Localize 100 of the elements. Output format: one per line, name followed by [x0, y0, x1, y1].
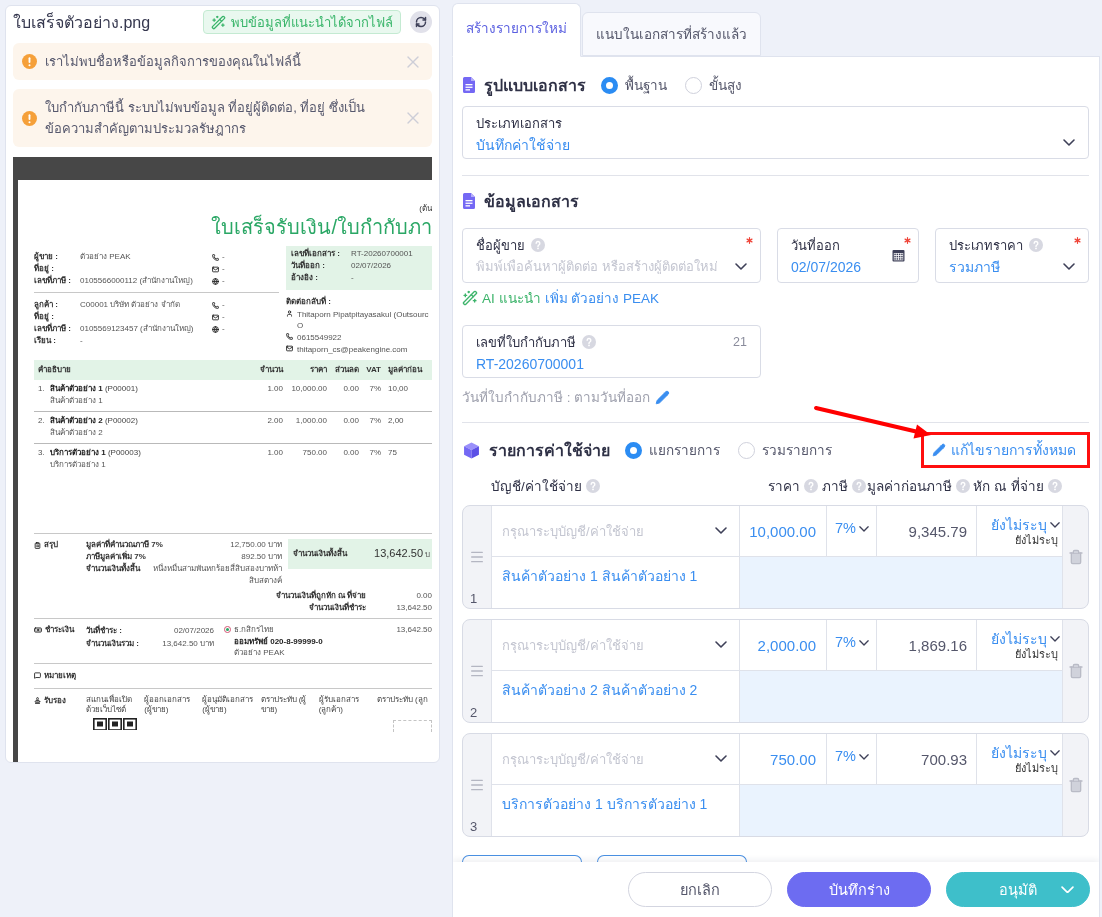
field-label: เลขที่ใบกำกับภาษี — [476, 333, 576, 352]
pre-tax-amount: 9,345.79 — [876, 506, 976, 557]
description-input[interactable]: สินค้าตัวอย่าง 1 สินค้าตัวอย่าง 1 — [491, 557, 739, 608]
tax-select[interactable]: 7% — [826, 506, 876, 557]
phone-icon — [212, 253, 219, 261]
column-header: มูลค่าก่อน — [387, 364, 424, 376]
save-draft-button[interactable]: บันทึกร่าง — [787, 872, 931, 907]
summary-label: มูลค่าที่คำนวณภาษี 7% — [86, 539, 163, 550]
pre-tax-amount: 1,869.16 — [876, 620, 976, 671]
document-type-select[interactable]: ประเภทเอกสาร บันทึกค่าใช้จ่าย — [462, 106, 1089, 159]
price-input[interactable]: 10,000.00 — [739, 506, 826, 557]
total-label: จำนวนเงินทั้งสิ้น — [293, 548, 347, 560]
account-input[interactable]: กรุณาระบุบัญชี/ค่าใช้จ่าย — [502, 751, 709, 767]
approve-button[interactable]: อนุมัติ — [946, 872, 1090, 907]
edit-all-link[interactable]: แก้ไขรายการทั้งหมด — [932, 439, 1076, 461]
pencil-icon — [932, 443, 946, 457]
column-header: ภาษี — [822, 478, 848, 496]
withholding-select[interactable]: ยังไม่ระบุ — [991, 515, 1060, 534]
copy-label: (ต้น — [418, 204, 432, 214]
account-input[interactable]: กรุณาระบุบัญชี/ค่าใช้จ่าย — [502, 637, 709, 653]
refresh-icon — [415, 16, 427, 28]
bank-account: ออมทรัพย์ 020-8-99999-0 — [234, 635, 324, 647]
contact-text: 0615549922 — [297, 331, 343, 343]
info-label: เรียน : — [34, 335, 57, 347]
mail-icon — [286, 345, 293, 352]
row-number: 3. — [38, 447, 46, 459]
partial-button[interactable] — [462, 855, 582, 862]
alert-icon — [22, 54, 37, 69]
magic-wand-icon — [211, 14, 226, 30]
person-icon — [286, 310, 293, 317]
row-number: 2 — [470, 705, 478, 720]
withholding-select[interactable]: ยังไม่ระบุ — [991, 629, 1060, 648]
globe-icon — [212, 325, 219, 333]
drag-handle-icon[interactable] — [469, 663, 485, 679]
price-input[interactable]: 750.00 — [739, 734, 826, 785]
tax-invoice-date-text: วันที่ใบกำกับภาษี : ตามวันที่ออก — [462, 387, 651, 407]
pencil-icon[interactable] — [655, 389, 671, 405]
bank-name: ธ.กสิกรไทย — [234, 624, 276, 636]
info-label: เลขที่ภาษี : — [34, 323, 80, 335]
info-label: เลขที่ภาษี : — [34, 275, 80, 287]
field-value: บันทึกค่าใช้จ่าย — [476, 135, 570, 155]
section-label: สรุป — [34, 539, 86, 551]
account-input[interactable]: กรุณาระบุบัญชี/ค่าใช้จ่าย — [502, 523, 709, 539]
globe-icon — [212, 277, 219, 285]
refresh-button[interactable] — [410, 11, 432, 33]
row-number: 1 — [470, 591, 478, 606]
description-input[interactable]: บริการตัวอย่าง 1 บริการตัวอย่าง 1 — [491, 785, 739, 836]
contact-text: O — [297, 319, 305, 331]
table-cell-text: 10,000.00 — [290, 383, 328, 395]
radio-option[interactable]: ขั้นสูง — [685, 74, 742, 96]
field-label: ชื่อผู้ขาย — [476, 236, 525, 256]
stamp-icon — [34, 697, 41, 704]
settlement-value: 0.00 — [415, 590, 432, 602]
table-cell-text: 0.00 — [342, 447, 360, 459]
tax-select[interactable]: 7% — [826, 620, 876, 671]
table-cell-text: 750.00 — [301, 447, 328, 459]
payment-value: 13,642.50 บาท — [162, 637, 214, 650]
tab[interactable]: สร้างรายการใหม่ — [452, 3, 581, 57]
column-header: ราคา — [768, 478, 800, 496]
withholding-select[interactable]: ยังไม่ระบุ — [991, 743, 1060, 762]
date-field[interactable]: วันที่ออก 02/07/2026 — [777, 228, 919, 283]
delete-icon[interactable] — [1067, 549, 1084, 565]
contact-value: - — [222, 299, 225, 311]
column-header: VAT — [365, 364, 382, 376]
radio-option[interactable]: แยกรายการ — [625, 439, 720, 461]
tax-invoice-number-field[interactable]: เลขที่ใบกำกับภาษี 21 RT-20260700001 — [462, 325, 761, 378]
cancel-button[interactable]: ยกเลิก — [628, 872, 772, 907]
radio-option[interactable]: รวมรายการ — [738, 439, 832, 461]
select-field[interactable]: ประเภทราคา รวมภาษี — [935, 228, 1089, 283]
delete-icon[interactable] — [1067, 663, 1084, 679]
drag-handle-icon[interactable] — [469, 777, 485, 793]
price-input[interactable]: 2,000.00 — [739, 620, 826, 671]
field-label: วันที่ออก — [791, 236, 840, 255]
add-contact-link[interactable]: เพิ่ม ตัวอย่าง PEAK — [544, 287, 660, 309]
contact-value: - — [222, 311, 225, 323]
radio-option[interactable]: พื้นฐาน — [601, 74, 667, 96]
stamp-placeholder — [393, 719, 432, 732]
summary-value: หนึ่งหมื่นสามพันหกร้อยสี่สิบสองบาทห้าสิบสตางค์ — [152, 563, 282, 587]
table-cell-text: 1.00 — [266, 447, 284, 459]
info-value: C00001 บริษัท ตัวอย่าง จำกัด — [80, 299, 181, 311]
description-input[interactable]: สินค้าตัวอย่าง 2 สินค้าตัวอย่าง 2 — [491, 671, 739, 722]
file-title: ใบเสร็จตัวอย่าง.png — [13, 11, 152, 33]
signature-label: ผู้อนุมัติเอกสาร (ผู้ขาย) — [202, 694, 255, 715]
partial-button[interactable] — [597, 855, 747, 862]
column-header: ราคา — [309, 364, 328, 376]
section-label: ชำระเงิน — [34, 624, 86, 636]
section-label: หมายเหตุ — [34, 669, 86, 682]
bank-logo-icon — [224, 626, 231, 633]
settlement-label: จำนวนเงินที่ชำระ — [86, 602, 366, 614]
table-cell-text: 2,00 — [387, 415, 405, 427]
tab[interactable]: แนบในเอกสารที่สร้างแล้ว — [582, 12, 761, 56]
tax-select[interactable]: 7% — [826, 734, 876, 785]
summary-value: 12,750.00 บาท — [230, 539, 282, 551]
qr-code-icon — [93, 717, 138, 730]
field-label: ประเภทราคา — [949, 236, 1023, 255]
column-header: บัญชี/ค่าใช้จ่าย — [491, 478, 582, 496]
suggestion-text: พบข้อมูลที่แนะนำได้จากไฟล์ — [231, 13, 393, 33]
section-label: รับรอง — [34, 694, 86, 707]
drag-handle-icon[interactable] — [469, 549, 485, 565]
delete-icon[interactable] — [1067, 777, 1084, 793]
